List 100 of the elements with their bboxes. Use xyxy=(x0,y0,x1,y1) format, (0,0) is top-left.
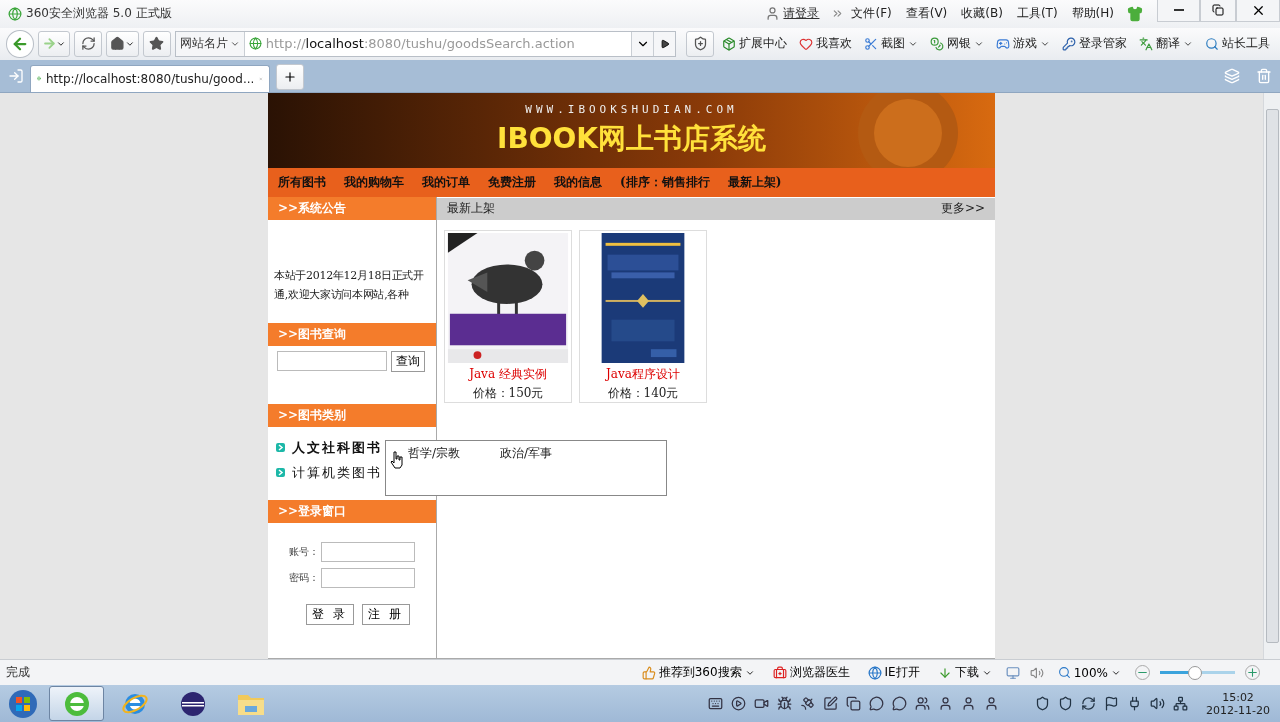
toolbar-item[interactable]: 登录管家 xyxy=(1058,35,1131,53)
book-card[interactable]: Java程序设计 价格：140元 xyxy=(579,229,707,403)
login-link[interactable]: 请登录 xyxy=(783,5,820,23)
keyboard-icon[interactable] xyxy=(708,696,724,711)
content-title: 最新上架 xyxy=(447,200,495,218)
site-card-dropdown[interactable]: 网站名片 xyxy=(175,31,245,56)
back-button[interactable] xyxy=(6,29,34,58)
menu-item[interactable]: 工具(T) xyxy=(1016,5,1058,23)
users-icon[interactable] xyxy=(915,696,931,711)
scrollbar[interactable] xyxy=(1263,92,1280,660)
category-link[interactable]: 计算机类图书 xyxy=(276,463,428,482)
page-icon xyxy=(248,37,262,51)
status-text: 完成 xyxy=(6,664,30,682)
user-icon[interactable] xyxy=(938,696,954,711)
hand-cursor-icon xyxy=(390,450,404,469)
submenu-item[interactable]: 政治/军事 xyxy=(500,444,553,462)
shield-icon[interactable] xyxy=(1058,696,1074,711)
section-heading: >>系统公告 xyxy=(268,196,436,220)
status-button[interactable]: IE打开 xyxy=(863,664,924,682)
chat-icon[interactable] xyxy=(869,696,885,711)
input-field[interactable] xyxy=(321,541,415,562)
field-label: 密码： xyxy=(289,570,319,585)
thumbs-up-icon xyxy=(641,665,656,680)
nav-link[interactable]: 免费注册 xyxy=(488,173,536,191)
favorite-button[interactable] xyxy=(142,30,171,57)
user-icon xyxy=(765,6,781,22)
user-icon[interactable] xyxy=(961,696,977,711)
history-dropdown[interactable] xyxy=(631,31,653,56)
submenu-item[interactable]: 哲学/宗教 xyxy=(408,444,461,462)
toolbar-item[interactable]: 翻译 xyxy=(1135,35,1197,53)
more-link[interactable]: 更多>> xyxy=(940,200,985,218)
clock[interactable]: 15:02 2012-11-20 xyxy=(1206,690,1270,717)
arrow-bullet-icon xyxy=(276,443,285,453)
key-icon xyxy=(1062,36,1076,51)
sidebar-toggle-icon[interactable] xyxy=(8,67,24,84)
nav-link[interactable]: (排序：销售排行 xyxy=(620,173,710,191)
home-icon xyxy=(110,36,125,52)
menu-item[interactable]: 文件(F) xyxy=(851,5,892,23)
toolbar-item[interactable]: 我喜欢 xyxy=(795,35,856,53)
copy-icon[interactable] xyxy=(846,696,862,711)
book-title[interactable]: Java程序设计 xyxy=(606,365,680,383)
satellite-icon[interactable] xyxy=(800,696,816,711)
close-button[interactable] xyxy=(1236,0,1280,22)
nav-link[interactable]: 我的购物车 xyxy=(344,173,404,191)
menu-item[interactable]: 帮助(H) xyxy=(1071,5,1114,23)
search-field[interactable] xyxy=(277,350,387,371)
restore-button[interactable] xyxy=(1200,0,1236,22)
sound-icon[interactable] xyxy=(1150,696,1166,711)
search-button[interactable]: 查询 xyxy=(391,350,425,372)
nav-link[interactable]: 我的订单 xyxy=(422,173,470,191)
download-icon xyxy=(937,665,952,680)
book-price: 价格：150元 xyxy=(472,384,544,402)
sync-icon[interactable] xyxy=(1081,696,1097,711)
windows-logo-icon xyxy=(8,688,38,719)
section-heading: >>登录窗口 xyxy=(268,499,436,523)
bug-icon[interactable] xyxy=(777,696,793,711)
input-field[interactable] xyxy=(321,567,415,588)
slider-thumb[interactable] xyxy=(1188,665,1203,680)
new-tab-button[interactable] xyxy=(276,63,304,90)
menu-item[interactable]: 收藏(B) xyxy=(961,5,1003,23)
sound-icon[interactable] xyxy=(1029,665,1044,680)
flag-icon[interactable] xyxy=(1104,696,1120,711)
form-button[interactable]: 登 录 xyxy=(306,603,354,625)
toolbar-item[interactable]: 网银 xyxy=(926,35,988,53)
section-heading: >>图书类别 xyxy=(268,403,436,427)
home-button[interactable] xyxy=(106,30,139,57)
go-button[interactable] xyxy=(653,31,675,56)
menu-item[interactable]: 查看(V) xyxy=(905,5,948,23)
search-icon xyxy=(1205,36,1219,51)
form-button[interactable]: 注 册 xyxy=(362,603,410,625)
nav-link[interactable]: 最新上架) xyxy=(727,173,782,191)
toolbar-item[interactable]: 扩展中心 xyxy=(718,35,791,53)
zoom-button[interactable]: 100% xyxy=(1053,665,1125,680)
address-bar[interactable]: 网站名片 http://localhost:8080/tushu/goodsSearch.action xyxy=(174,30,676,57)
play-icon[interactable] xyxy=(731,696,747,711)
toolbar-item[interactable]: 站长工具 xyxy=(1201,35,1274,53)
security-button[interactable] xyxy=(686,30,714,57)
status-button[interactable]: 下载 xyxy=(933,664,996,682)
skin-icon[interactable] xyxy=(1127,5,1143,22)
shield-icon[interactable] xyxy=(1035,696,1051,711)
nav-link[interactable]: 我的信息 xyxy=(554,173,602,191)
refresh-button[interactable] xyxy=(74,30,103,57)
video-icon[interactable] xyxy=(754,696,770,711)
site-title: IBOOK网上书店系统 xyxy=(496,120,767,157)
book-card[interactable]: Java 经典实例 价格：150元 xyxy=(444,229,572,403)
status-button[interactable]: 浏览器医生 xyxy=(768,664,854,682)
browser-tab[interactable]: http://localhost:8080/tushu/good... xyxy=(30,64,270,92)
nav-link[interactable]: 所有图书 xyxy=(278,173,326,191)
toolbar-item[interactable]: 截图 xyxy=(860,35,922,53)
book-title[interactable]: Java 经典实例 xyxy=(469,365,547,383)
box-icon xyxy=(722,36,736,51)
user-icon[interactable] xyxy=(984,696,1000,711)
eclipse-icon xyxy=(178,689,207,718)
scissors-icon xyxy=(864,36,878,51)
network-icon[interactable] xyxy=(1173,696,1189,711)
edit-icon[interactable] xyxy=(823,696,839,711)
status-button[interactable]: 推荐到360搜索 xyxy=(637,664,759,682)
chat-icon[interactable] xyxy=(892,696,908,711)
minimize-button[interactable] xyxy=(1157,0,1200,22)
toolbar-item[interactable]: 游戏 xyxy=(992,35,1054,53)
